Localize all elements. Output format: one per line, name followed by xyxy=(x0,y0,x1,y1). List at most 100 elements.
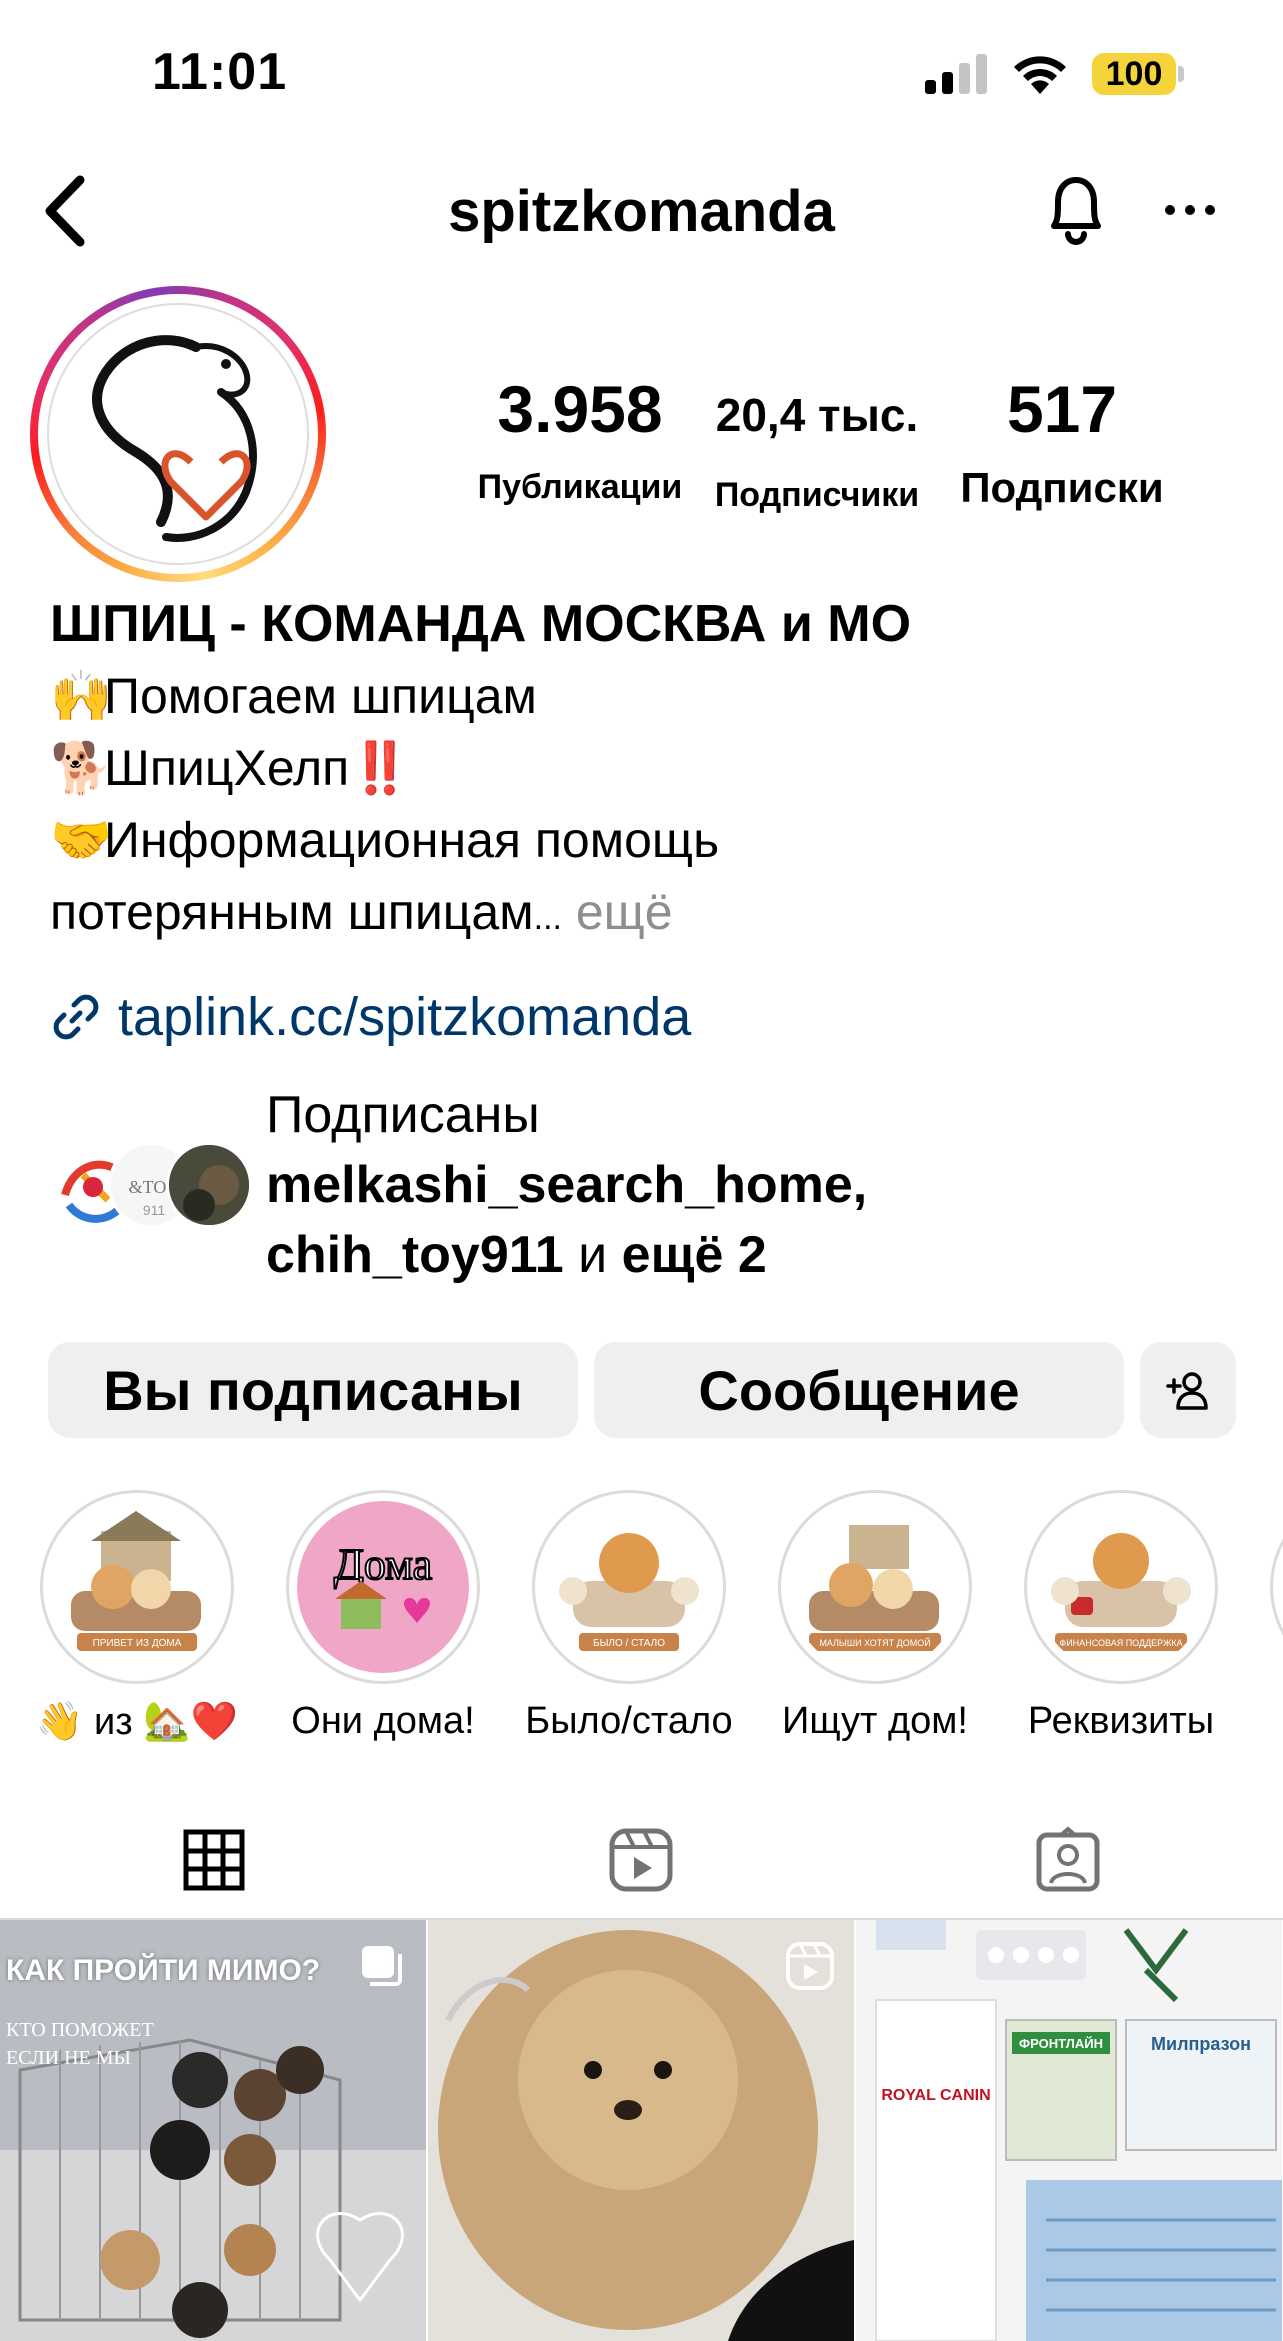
highlight-label: Они дома! xyxy=(291,1700,475,1742)
battery-tip xyxy=(1178,66,1184,82)
highlight-cover-image: Дома xyxy=(297,1501,469,1673)
highlight-ring: ФИНАНСОВАЯ ПОДДЕРЖКА xyxy=(1024,1490,1218,1684)
post-subtitle-line-2: ЕСЛИ НЕ МЫ xyxy=(6,2047,131,2069)
reels-icon xyxy=(786,1942,834,1990)
highlight-item[interactable]: ПРИВЕТ ИЗ ДОМА 👋 из 🏡❤️ xyxy=(22,1490,252,1744)
post-label: Милпразон xyxy=(1151,2034,1251,2054)
highlight-cover-image: ПРИВЕТ ИЗ ДОМА xyxy=(51,1501,223,1673)
highlight-cover-image: МАЛЫШИ ХОТЯТ ДОМОЙ xyxy=(789,1501,961,1673)
highlight-label: Было/стало xyxy=(525,1700,733,1742)
profile-link-text[interactable]: taplink.cc/spitzkomanda xyxy=(118,986,691,1048)
link-icon xyxy=(53,994,99,1040)
stat-followers-label: Подписчики xyxy=(714,476,920,514)
bio-line-1-text: Помогаем шпицам xyxy=(104,668,537,724)
tab-grid[interactable] xyxy=(0,1800,427,1922)
bio-more-link[interactable]: ещё xyxy=(562,884,673,940)
profile-link[interactable]: taplink.cc/spitzkomanda xyxy=(50,982,691,1052)
highlight-cover-caption: ФИНАНСОВАЯ ПОДДЕРЖКА xyxy=(1059,1638,1182,1648)
post-label: ФРОНТЛАЙН xyxy=(1019,2036,1103,2051)
post-image: ROYAL CANIN ФРОНТЛАЙН Милпразон xyxy=(856,1920,1282,2341)
highlight-ring xyxy=(1270,1490,1283,1684)
bio-line-4: потерянным шпицам... ещё xyxy=(50,876,1250,954)
battery-indicator: 100 xyxy=(1092,53,1184,95)
message-button[interactable]: Сообщение xyxy=(594,1342,1124,1438)
bio-line-1: 🙌Помогаем шпицам xyxy=(50,660,1250,732)
followed-by-sep: , xyxy=(852,1156,868,1214)
posts-grid: КАК ПРОЙТИ МИМО? КТО ПОМОЖЕТ ЕСЛИ НЕ МЫ xyxy=(0,1920,1283,2341)
post-subtitle: КТО ПОМОЖЕТ ЕСЛИ НЕ МЫ xyxy=(6,2016,154,2072)
highlight-label: 👋 из 🏡❤️ xyxy=(36,1701,238,1743)
profile-tabs xyxy=(0,1800,1283,1922)
tab-reels[interactable] xyxy=(427,1800,854,1920)
stat-following[interactable]: 517 Подписки xyxy=(944,376,1180,512)
handshake-icon: 🤝 xyxy=(50,812,113,868)
highlight-ring: МАЛЫШИ ХОТЯТ ДОМОЙ xyxy=(778,1490,972,1684)
stat-following-label: Подписки xyxy=(960,464,1164,511)
add-user-button[interactable] xyxy=(1140,1342,1236,1438)
follower-avatar-3 xyxy=(166,1142,252,1228)
status-time: 11:01 xyxy=(152,43,288,101)
profile-header: spitzkomanda xyxy=(0,150,1283,270)
followed-by-text: Подписаны melkashi_search_home, chih_toy… xyxy=(266,1080,867,1290)
wifi-icon xyxy=(1014,56,1066,94)
highlight-item[interactable]: ФИНАНСОВАЯ ПОДДЕРЖКА Реквизиты xyxy=(1006,1490,1236,1743)
stat-posts[interactable]: 3.958 Публикации xyxy=(462,376,698,507)
followed-by[interactable]: &ТОЙ 911 Подписаны melkashi_search_home,… xyxy=(50,1080,1250,1290)
bio-line-2: 🐕ШпицХелп‼️ xyxy=(50,732,1250,804)
highlight-ring: ПРИВЕТ ИЗ ДОМА xyxy=(40,1490,234,1684)
followed-by-user-1[interactable]: melkashi_search_home xyxy=(266,1156,853,1214)
more-horizontal-icon[interactable] xyxy=(1160,190,1220,230)
profile-avatar[interactable] xyxy=(30,286,326,582)
stat-posts-label: Публикации xyxy=(477,468,683,506)
add-user-icon xyxy=(1166,1372,1208,1410)
profile-bio: ШПИЦ - КОМАНДА МОСКВА и МО 🙌Помогаем шпи… xyxy=(50,588,1250,954)
post-label: ROYAL CANIN xyxy=(881,2087,990,2104)
followed-by-rest[interactable]: ещё 2 xyxy=(622,1226,767,1284)
reels-icon xyxy=(609,1828,672,1892)
highlight-cover-image: ФИНАНСОВАЯ ПОДДЕРЖКА xyxy=(1035,1501,1207,1673)
tagged-icon xyxy=(1036,1827,1099,1892)
highlight-cover-caption: БЫЛО / СТАЛО xyxy=(593,1638,665,1649)
stat-followers-value: 20,4 тыс. xyxy=(715,389,919,441)
highlight-label: Ищут дом! xyxy=(782,1700,968,1742)
bio-line-2-text: ШпицХелп xyxy=(104,740,350,796)
highlight-cover-image: БЫЛО / СТАЛО xyxy=(543,1501,715,1673)
post-thumbnail[interactable]: КАК ПРОЙТИ МИМО? КТО ПОМОЖЕТ ЕСЛИ НЕ МЫ xyxy=(0,1920,426,2341)
tab-tagged[interactable] xyxy=(854,1800,1281,1920)
dog-icon: 🐕 xyxy=(50,740,113,796)
bio-line-3: 🤝Информационная помощь xyxy=(50,804,1250,876)
grid-icon xyxy=(183,1829,244,1891)
post-thumbnail[interactable] xyxy=(428,1920,854,2341)
stat-posts-value: 3.958 xyxy=(497,372,663,446)
stat-following-value: 517 xyxy=(1006,372,1118,446)
followed-by-and: и xyxy=(563,1226,622,1284)
bio-line-4-text: потерянным шпицам xyxy=(50,884,534,940)
bell-icon[interactable] xyxy=(1040,164,1112,254)
avatar-logo-image xyxy=(46,302,310,566)
highlight-ring: БЫЛО / СТАЛО xyxy=(532,1490,726,1684)
followed-by-prefix: Подписаны xyxy=(266,1086,540,1144)
post-thumbnail[interactable]: ROYAL CANIN ФРОНТЛАЙН Милпразон xyxy=(856,1920,1282,2341)
bio-line-3-text: Информационная помощь xyxy=(104,812,720,868)
highlight-item[interactable]: БЫЛО / СТАЛО Было/стало xyxy=(514,1490,744,1743)
status-bar: 11:01 100 xyxy=(0,0,1283,150)
cellular-signal-icon xyxy=(925,54,987,94)
highlight-item[interactable]: МАЛЫШИ ХОТЯТ ДОМОЙ Ищут дом! xyxy=(760,1490,990,1743)
post-title: КАК ПРОЙТИ МИМО? xyxy=(6,1954,321,1987)
highlight-item-partial[interactable] xyxy=(1252,1490,1283,1684)
battery-level: 100 xyxy=(1092,53,1176,95)
raising-hands-icon: 🙌 xyxy=(50,668,113,724)
highlight-cover-caption: Дома xyxy=(334,1540,432,1589)
highlight-cover-caption: ПРИВЕТ ИЗ ДОМА xyxy=(93,1638,182,1649)
highlight-cover-caption: МАЛЫШИ ХОТЯТ ДОМОЙ xyxy=(819,1637,930,1648)
following-button[interactable]: Вы подписаны xyxy=(48,1342,578,1438)
avatar-border xyxy=(38,294,318,574)
highlight-ring: Дома xyxy=(286,1490,480,1684)
story-highlights: ПРИВЕТ ИЗ ДОМА 👋 из 🏡❤️ Дома Они дома! Б… xyxy=(0,1490,1283,1750)
followed-by-avatars: &ТОЙ 911 xyxy=(50,1142,252,1242)
post-subtitle-line-1: КТО ПОМОЖЕТ xyxy=(6,2019,154,2041)
highlight-item[interactable]: Дома Они дома! xyxy=(268,1490,498,1743)
svg-text:911: 911 xyxy=(143,1202,166,1218)
stat-followers[interactable]: 20,4 тыс. Подписчики xyxy=(706,376,928,515)
followed-by-user-2[interactable]: chih_toy911 xyxy=(266,1226,564,1284)
